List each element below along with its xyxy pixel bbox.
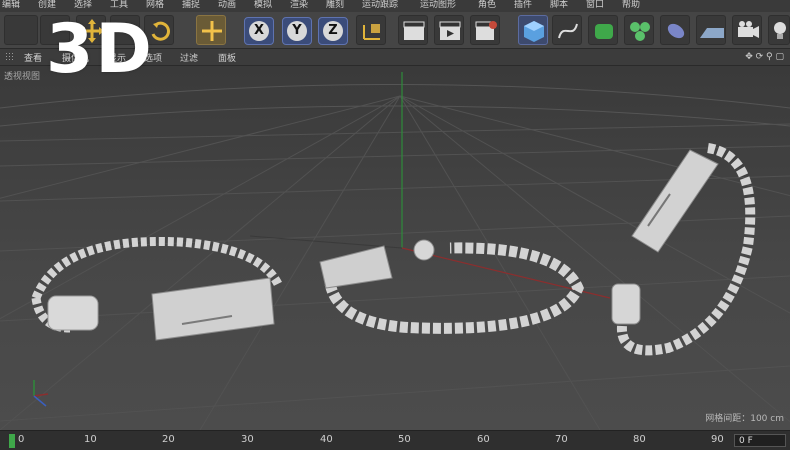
cloner-button[interactable]	[624, 15, 654, 45]
timeline-tick: 70	[555, 434, 568, 445]
menu-window[interactable]: 窗口	[584, 0, 620, 12]
menu-script[interactable]: 脚本	[548, 0, 584, 12]
light-object-button[interactable]	[768, 15, 790, 45]
timeline-tick: 30	[241, 434, 254, 445]
viewport-grip-icon	[5, 52, 15, 64]
timeline-tick: 80	[633, 434, 646, 445]
menu-snap[interactable]: 捕捉	[180, 0, 216, 12]
current-frame-field[interactable]: 0 F	[734, 434, 786, 447]
subdivision-surface-button[interactable]	[588, 15, 618, 45]
viewport-menu-view[interactable]: 查看	[24, 51, 42, 64]
clapboard-icon	[403, 21, 425, 40]
undo-button[interactable]	[4, 15, 38, 45]
floor-object-button[interactable]	[696, 15, 726, 45]
floor-icon	[700, 28, 724, 38]
viewport-scene	[0, 72, 790, 430]
viewport-title: 透视视图	[4, 72, 41, 82]
timeline[interactable]: 0 10 20 30 40 50 60 70 80 90 0 F	[0, 430, 790, 450]
menu-mograph[interactable]: 运动图形	[418, 0, 476, 12]
subdivision-icon	[595, 24, 613, 39]
timeline-tick: 90	[711, 434, 724, 445]
cube-icon	[524, 21, 544, 42]
timeline-tick: 0	[18, 434, 25, 445]
viewport-nav-icons[interactable]: ✥ ⟳ ⚲ ▢	[745, 52, 784, 62]
menu-edit[interactable]: 编辑	[0, 0, 36, 12]
timeline-playhead[interactable]	[9, 434, 15, 448]
menu-motion-tracking[interactable]: 运动跟踪	[360, 0, 418, 12]
render-to-picture-viewer-button[interactable]	[434, 15, 464, 45]
clapboard-gear-icon	[475, 21, 497, 40]
menu-plugins[interactable]: 插件	[512, 0, 548, 12]
render-settings-button[interactable]	[470, 15, 500, 45]
clapboard-play-icon	[439, 21, 461, 40]
timeline-tick: 20	[162, 434, 175, 445]
spline-pen-button[interactable]	[552, 15, 582, 45]
light-bulb-icon	[774, 22, 786, 39]
3d-badge: 3D	[46, 10, 154, 89]
menu-render[interactable]: 渲染	[288, 0, 324, 12]
menu-character[interactable]: 角色	[476, 0, 512, 12]
deformer-icon	[667, 23, 685, 39]
timeline-tick: 50	[398, 434, 411, 445]
grid-spacing-label: 网格间距：100 cm	[705, 414, 784, 424]
coordinate-system-icon	[363, 24, 380, 40]
timeline-tick: 60	[477, 434, 490, 445]
cloner-icon	[630, 22, 650, 41]
perspective-viewport[interactable]: 透视视图 网格间距：100 cm	[0, 66, 790, 430]
coordinate-system-button[interactable]	[356, 15, 386, 45]
menu-sculpt[interactable]: 雕刻	[324, 0, 360, 12]
viewport-menu-filter[interactable]: 过滤	[180, 51, 198, 64]
menu-animate[interactable]: 动画	[216, 0, 252, 12]
transform-icon	[202, 21, 222, 41]
spline-pen-icon	[558, 23, 578, 39]
menu-help[interactable]: 帮助	[620, 0, 656, 12]
z-axis-lock-button[interactable]: Z	[318, 17, 348, 45]
y-axis-lock-button[interactable]: Y	[282, 17, 312, 45]
render-view-button[interactable]	[398, 15, 428, 45]
x-axis-lock-button[interactable]: X	[244, 17, 274, 45]
cube-object-button[interactable]	[518, 15, 548, 45]
x-axis-label: X	[249, 21, 269, 41]
menu-simulate[interactable]: 模拟	[252, 0, 288, 12]
deformer-button[interactable]	[660, 15, 690, 45]
viewport-menu-panel[interactable]: 面板	[218, 51, 236, 64]
transform-tool-button[interactable]	[196, 15, 226, 45]
camera-object-button[interactable]	[732, 15, 762, 45]
timeline-tick: 40	[320, 434, 333, 445]
timeline-tick: 10	[84, 434, 97, 445]
z-axis-label: Z	[323, 21, 343, 41]
camera-icon	[738, 21, 759, 38]
y-axis-label: Y	[287, 21, 307, 41]
